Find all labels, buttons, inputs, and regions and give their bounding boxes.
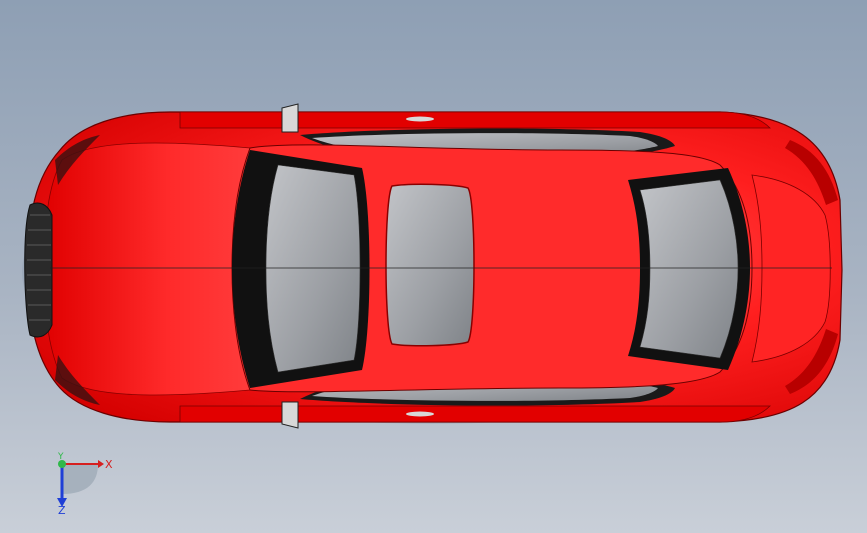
sunroof[interactable] <box>385 183 475 347</box>
side-panel-top <box>179 111 771 129</box>
x-arrow-icon <box>98 460 104 468</box>
x-axis-label: X <box>105 458 113 471</box>
mirror-left[interactable] <box>281 103 299 133</box>
triad-background-icon <box>62 464 98 494</box>
door-handle-bottom <box>406 411 434 417</box>
car-model[interactable] <box>0 0 867 533</box>
axis-triad: X Y Z <box>48 452 118 517</box>
side-panel-bottom <box>179 405 771 423</box>
y-axis-label: Y <box>57 452 64 462</box>
mirror-right[interactable] <box>281 401 299 429</box>
hood <box>43 142 251 396</box>
front-grille <box>24 202 53 338</box>
cad-viewport[interactable] <box>0 0 867 533</box>
door-handle-top <box>406 116 434 122</box>
rear-window[interactable] <box>639 179 739 359</box>
z-axis-label: Z <box>58 504 66 516</box>
windshield[interactable] <box>265 164 361 373</box>
